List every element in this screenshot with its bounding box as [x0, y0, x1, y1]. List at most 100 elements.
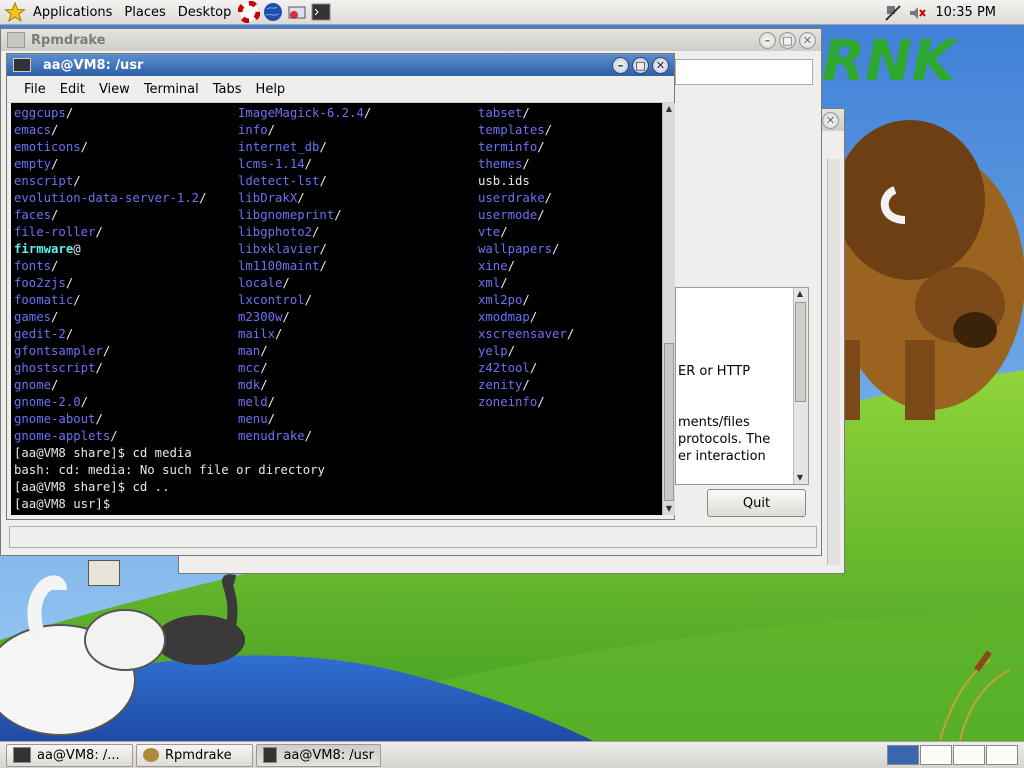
entry-suffix: / — [537, 395, 545, 409]
terminal-output[interactable]: eggcups/emacs/emoticons/empty/enscript/e… — [11, 103, 662, 515]
mail-icon[interactable] — [286, 1, 308, 23]
listing-entry: m2300w/ — [238, 309, 371, 326]
terminal-titlebar[interactable]: aa@VM8: /usr – □ ✕ — [7, 54, 674, 76]
menu-help[interactable]: Help — [249, 82, 293, 97]
entry-name: userdrake — [478, 191, 545, 205]
rpmdrake-search-field[interactable] — [675, 59, 813, 85]
menu-file[interactable]: File — [17, 82, 53, 97]
folder-icon — [88, 560, 120, 586]
entry-name: locale — [238, 276, 283, 290]
listing-entry: lcms-1.14/ — [238, 156, 371, 173]
help-scrollbar[interactable]: ▲ ▼ — [793, 288, 808, 484]
entry-name: enscript — [14, 174, 74, 188]
workspace-switcher — [887, 745, 1018, 765]
listing-entry: libxklavier/ — [238, 241, 371, 258]
entry-suffix: / — [65, 276, 74, 290]
rpmdrake-title-icon — [7, 32, 25, 48]
entry-name: foomatic — [14, 293, 74, 307]
taskbar-item-terminal-2[interactable]: aa@VM8: /usr — [256, 743, 381, 767]
menu-edit[interactable]: Edit — [53, 82, 92, 97]
entry-name: gnome-applets — [14, 429, 111, 443]
taskbar-item-terminal-1[interactable]: aa@VM8: /... — [6, 743, 133, 767]
listing-entry: yelp/ — [478, 343, 574, 360]
bottom-panel: aa@VM8: /... Rpmdrake aa@VM8: /usr — [0, 741, 1024, 768]
listing-entry: xine/ — [478, 258, 574, 275]
workspace-1[interactable] — [887, 745, 919, 765]
entry-suffix: / — [334, 208, 342, 222]
web-browser-globe-icon[interactable] — [262, 1, 284, 23]
help-lifebuoy-icon[interactable] — [237, 0, 261, 24]
scroll-down-icon[interactable]: ▼ — [663, 503, 675, 515]
terminal-line: [aa@VM8 share]$ cd .. — [14, 480, 170, 494]
desktop-icon-home[interactable] — [88, 560, 120, 586]
scroll-down-icon[interactable]: ▼ — [794, 472, 806, 484]
quit-button[interactable]: Quit — [707, 489, 806, 517]
entry-suffix: / — [267, 412, 276, 426]
listing-entry: man/ — [238, 343, 371, 360]
entry-suffix: / — [500, 225, 508, 239]
taskbar-item-rpmdrake[interactable]: Rpmdrake — [136, 743, 253, 767]
menu-tabs[interactable]: Tabs — [206, 82, 249, 97]
entry-suffix: / — [267, 123, 276, 137]
listing-entry: xml/ — [478, 275, 574, 292]
rpmdrake-help-text: ER or HTTP ments/files protocols. The er… — [675, 287, 809, 485]
entry-suffix: / — [51, 123, 59, 137]
background-window-scrollbar[interactable] — [827, 159, 840, 565]
entry-suffix: / — [95, 361, 103, 375]
entry-suffix: / — [260, 361, 268, 375]
entry-suffix: / — [500, 276, 508, 290]
entry-name: meld — [238, 395, 268, 409]
close-icon[interactable]: ✕ — [652, 56, 669, 74]
workspace-3[interactable] — [953, 745, 985, 765]
listing-entry: libgphoto2/ — [238, 224, 371, 241]
listing-entry: locale/ — [238, 275, 371, 292]
entry-name: firmware — [14, 242, 74, 256]
workspace-2[interactable] — [920, 745, 952, 765]
terminal-icon — [263, 747, 278, 763]
terminal-icon[interactable] — [310, 1, 332, 23]
entry-suffix: / — [566, 327, 575, 341]
entry-name: xscreensaver — [478, 327, 567, 341]
maximize-icon[interactable]: □ — [632, 56, 649, 74]
terminal-scrollbar[interactable]: ▲ ▼ — [662, 103, 675, 515]
entry-suffix: / — [529, 310, 538, 324]
close-icon[interactable]: ✕ — [799, 31, 816, 49]
listing-entry: emoticons/ — [14, 139, 207, 156]
listing-entry: terminfo/ — [478, 139, 574, 156]
applications-star-icon[interactable] — [4, 1, 26, 23]
listing-entry: userdrake/ — [478, 190, 574, 207]
listing-entry: mdk/ — [238, 377, 371, 394]
rpmdrake-titlebar[interactable]: Rpmdrake – □ ✕ — [1, 29, 821, 51]
scroll-up-icon[interactable]: ▲ — [663, 103, 675, 115]
entry-suffix: / — [51, 208, 59, 222]
panel-clock[interactable]: 10:35 PM — [929, 5, 1024, 20]
listing-entry: zoneinfo/ — [478, 394, 574, 411]
terminal-window[interactable]: aa@VM8: /usr – □ ✕ File Edit View Termin… — [6, 53, 675, 520]
entry-suffix: / — [507, 344, 516, 358]
scroll-up-icon[interactable]: ▲ — [794, 288, 806, 300]
scrollbar-thumb[interactable] — [664, 343, 674, 501]
listing-entry: menudrake/ — [238, 428, 371, 445]
menu-view[interactable]: View — [92, 82, 137, 97]
maximize-icon[interactable]: □ — [779, 31, 796, 49]
listing-entry: gnome-about/ — [14, 411, 207, 428]
network-status-icon[interactable] — [882, 2, 904, 24]
entry-suffix: / — [95, 412, 103, 426]
menu-terminal[interactable]: Terminal — [137, 82, 206, 97]
scrollbar-thumb[interactable] — [795, 302, 806, 402]
entry-suffix: / — [297, 191, 305, 205]
minimize-icon[interactable]: – — [612, 56, 629, 74]
listing-entry: empty/ — [14, 156, 207, 173]
desktop-menu[interactable]: Desktop — [172, 0, 238, 25]
wallpaper-logo: RNK — [822, 29, 959, 94]
entry-suffix: / — [312, 225, 320, 239]
applications-menu[interactable]: Applications — [27, 0, 118, 25]
listing-entry: eggcups/ — [14, 105, 207, 122]
entry-suffix: / — [51, 157, 59, 171]
close-icon[interactable]: ✕ — [822, 111, 839, 129]
volume-muted-icon[interactable] — [906, 2, 928, 24]
workspace-4[interactable] — [986, 745, 1018, 765]
minimize-icon[interactable]: – — [759, 31, 776, 49]
places-menu[interactable]: Places — [118, 0, 171, 25]
entry-name: usb.ids — [478, 174, 530, 188]
